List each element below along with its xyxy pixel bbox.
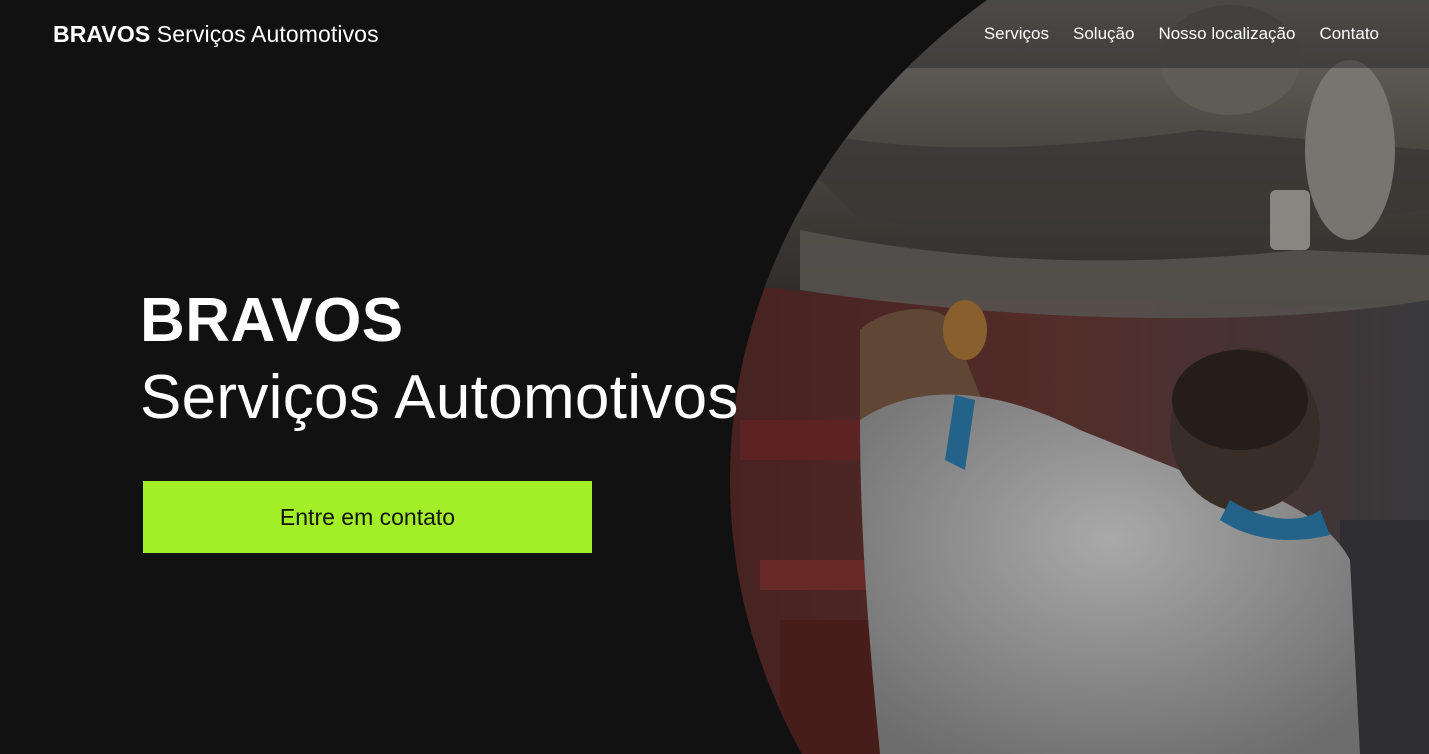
nav-link-solucao[interactable]: Solução — [1073, 24, 1134, 44]
landing-page: BRAVOS Serviços Automotivos Serviços Sol… — [0, 0, 1429, 754]
contact-cta-button[interactable]: Entre em contato — [143, 481, 592, 553]
brand-name-light: Serviços Automotivos — [156, 20, 379, 47]
top-navigation-bar: BRAVOS Serviços Automotivos Serviços Sol… — [0, 0, 1429, 68]
brand-logo[interactable]: BRAVOS Serviços Automotivos — [53, 21, 379, 48]
hero-heading-block: BRAVOS Serviços Automotivos — [140, 285, 739, 439]
nav-link-localizacao[interactable]: Nosso localização — [1158, 24, 1295, 44]
hero-subtitle: Serviços Automotivos — [140, 363, 739, 432]
brand-name-bold: BRAVOS — [53, 20, 151, 47]
nav-link-servicos[interactable]: Serviços — [984, 24, 1049, 44]
nav-link-contato[interactable]: Contato — [1319, 24, 1379, 44]
hero-title: BRAVOS — [140, 286, 404, 355]
main-nav: Serviços Solução Nosso localização Conta… — [984, 24, 1379, 44]
